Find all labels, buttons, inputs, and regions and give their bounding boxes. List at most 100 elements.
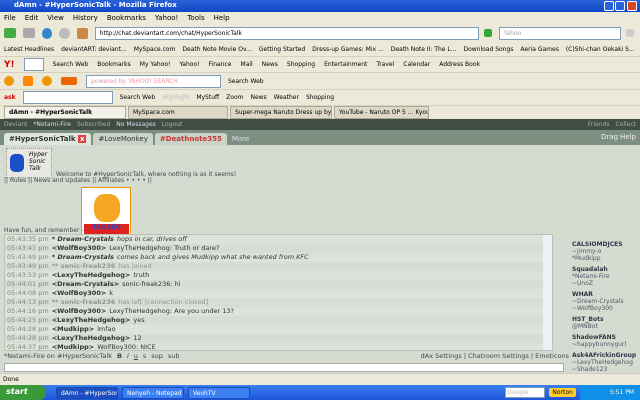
menu-tools[interactable]: Tools <box>187 14 204 22</box>
user-item[interactable]: ~WolfBoy300 <box>572 305 640 312</box>
browser-tab[interactable]: YouTube - Naruto OP 5 ... Kyousouky... <box>334 106 429 119</box>
home-icon[interactable] <box>77 27 88 39</box>
messenger-icon[interactable] <box>4 76 14 86</box>
browser-tab[interactable]: dAmn - #HyperSonicTalk <box>4 106 126 119</box>
settings-links[interactable]: dAx Settings | Chatroom Settings | Emoti… <box>421 352 569 362</box>
yahoo-item[interactable]: Yahoo! <box>179 61 199 68</box>
ask-item[interactable]: Zoom <box>226 94 243 101</box>
nickname[interactable]: <LexyTheHedgehog> <box>52 316 131 324</box>
chat-scrollbar[interactable] <box>543 235 552 350</box>
italic-button[interactable]: i <box>127 352 129 362</box>
yahoo-item[interactable]: Search Web <box>53 61 89 68</box>
reload-icon[interactable] <box>41 27 53 39</box>
bookmark[interactable]: Death Note II: The L... <box>391 46 457 53</box>
google-search-input[interactable]: Google <box>505 387 546 398</box>
bold-button[interactable]: B <box>117 352 122 362</box>
bookmark[interactable]: (C)Shi-chan Oekaki S... <box>566 46 635 53</box>
ask-item[interactable]: Search Web <box>120 94 156 101</box>
url-field[interactable]: http://chat.deviantart.com/chat/HyperSon… <box>94 26 479 40</box>
collect-menu[interactable]: Collect <box>615 121 636 128</box>
bookmark[interactable]: Download Songs <box>463 46 513 53</box>
logout-link[interactable]: Logout <box>162 121 183 128</box>
user-item[interactable]: ~happybunnygurl <box>572 341 640 348</box>
minimize-button[interactable] <box>604 1 614 11</box>
menu-view[interactable]: View <box>47 14 64 22</box>
yahoo-item[interactable]: Mail <box>241 61 253 68</box>
nickname[interactable]: ** sonic-freak236 <box>52 262 116 270</box>
strike-button[interactable]: s <box>143 352 146 362</box>
user-item[interactable]: ~Dream-Crystals <box>572 298 640 305</box>
yahoo-item[interactable]: News <box>262 61 278 68</box>
yahoo-item[interactable]: Address Book <box>439 61 480 68</box>
sup-button[interactable]: sup <box>151 352 163 362</box>
underline-button[interactable]: u <box>134 352 138 362</box>
nickname[interactable]: <Mudkipp> <box>52 325 95 333</box>
ask-item[interactable]: Shopping <box>306 94 334 101</box>
bookmark[interactable]: MySpace.com <box>134 46 176 53</box>
nickname[interactable]: ** sonic-freak236 <box>52 298 116 306</box>
user-item[interactable]: ~UnoZ <box>572 280 640 287</box>
chat-tab-deathnote355[interactable]: #Deathnote355 <box>154 133 227 145</box>
browser-tab[interactable]: Super-mega Naruto Dress up by ~Cha... <box>230 106 332 119</box>
subscribed-link[interactable]: Subscribed <box>77 121 110 128</box>
chat-tab-lovemonkey[interactable]: #LoveMonkey <box>93 133 153 145</box>
menu-history[interactable]: History <box>73 14 98 22</box>
user-item[interactable]: ~LexyTheHedgehog <box>572 359 640 366</box>
drag-button[interactable]: Drag <box>601 133 618 145</box>
user-item[interactable]: @MNBot <box>572 323 640 330</box>
task-notepad[interactable]: Nenyeh - Notepad <box>122 386 184 399</box>
user-item[interactable]: ~jimmy-o <box>572 248 640 255</box>
nickname[interactable]: <WolfBoy300> <box>52 244 107 252</box>
friends-menu[interactable]: Friends <box>588 121 610 128</box>
deviant-link[interactable]: Deviant <box>4 121 27 128</box>
user-item[interactable]: *Mudkipp <box>572 255 640 262</box>
nickname[interactable]: <Dream-Crystals> <box>52 280 119 288</box>
menu-edit[interactable]: Edit <box>25 14 39 22</box>
search-web-button[interactable]: Search Web <box>228 78 264 85</box>
user-item[interactable]: ~Shade123 <box>572 366 640 373</box>
nickname[interactable]: * Dream-Crystals <box>52 235 114 243</box>
yahoo-item[interactable]: Travel <box>376 61 394 68</box>
user-item[interactable]: *Netami-Fire <box>572 273 640 280</box>
room-links[interactable]: || Rules || News and Updates || Affiliat… <box>4 177 152 184</box>
username-link[interactable]: *Netami-Fire <box>33 121 71 128</box>
star-icon[interactable] <box>42 76 52 86</box>
bookmark[interactable]: Death Note Movie Ov... <box>182 46 251 53</box>
nickname[interactable]: * Dream-Crystals <box>52 253 114 261</box>
ask-item[interactable]: MyStuff <box>196 94 219 101</box>
up-arrow-icon[interactable] <box>23 76 33 86</box>
yahoo-web-search-input[interactable]: powered by YAHOO! SEARCH <box>86 74 221 88</box>
message-input[interactable] <box>4 363 564 372</box>
menu-file[interactable]: File <box>4 14 16 22</box>
bookmark[interactable]: deviantART: deviant... <box>61 46 127 53</box>
close-button[interactable] <box>627 1 637 11</box>
ask-item[interactable]: Weather <box>274 94 299 101</box>
help-button[interactable]: Help <box>620 133 636 145</box>
ask-search-input[interactable] <box>22 91 113 104</box>
menu-bookmarks[interactable]: Bookmarks <box>107 14 146 22</box>
go-icon[interactable] <box>483 29 492 37</box>
nickname[interactable]: <WolfBoy300> <box>52 289 107 297</box>
nickname[interactable]: <Mudkipp> <box>52 343 95 350</box>
norton-button[interactable]: Norton <box>549 388 576 397</box>
stop-icon[interactable] <box>59 27 71 39</box>
chat-tab-hypersonictalk[interactable]: #HyperSonicTalk x <box>4 133 92 145</box>
browser-tab[interactable]: MySpace.com <box>128 106 228 119</box>
yahoo-item[interactable]: Finance <box>209 61 232 68</box>
yahoo-item[interactable]: My Yahoo! <box>140 61 171 68</box>
search-icon[interactable] <box>626 29 634 37</box>
bookmark[interactable]: Getting Started <box>259 46 305 53</box>
task-firefox[interactable]: dAmn - #HyperSonic... <box>56 386 118 399</box>
menu-yahoo[interactable]: Yahoo! <box>155 14 178 22</box>
nickname[interactable]: <WolfBoy300> <box>52 307 107 315</box>
yahoo-item[interactable]: Entertainment <box>324 61 367 68</box>
task-veohtv[interactable]: VeohTV <box>188 386 250 399</box>
yahoo-item[interactable]: Shopping <box>287 61 315 68</box>
messages-link[interactable]: No Messages <box>116 121 156 128</box>
back-icon[interactable] <box>4 28 16 38</box>
forward-icon[interactable] <box>22 28 35 38</box>
ask-item[interactable]: News <box>250 94 266 101</box>
bookmark[interactable]: Latest Headlines <box>4 46 54 53</box>
ask-item[interactable]: Highlight <box>162 94 189 101</box>
sub-button[interactable]: sub <box>168 352 180 362</box>
